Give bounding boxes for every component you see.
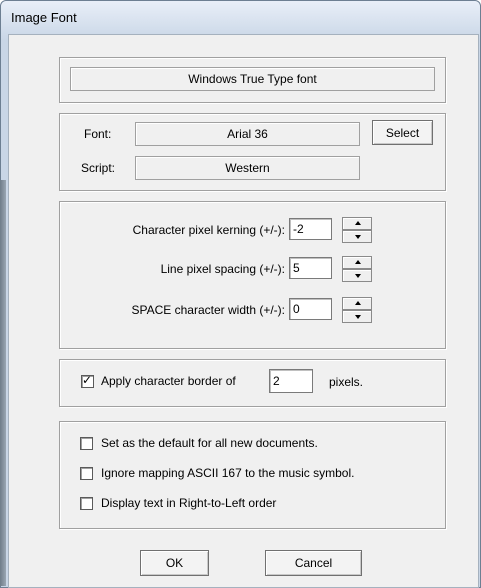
down-arrow-icon — [355, 235, 361, 239]
up-arrow-icon — [355, 221, 361, 225]
down-arrow-icon — [355, 315, 361, 319]
ignore-ascii-checkbox[interactable] — [80, 467, 93, 480]
border-label: Apply character border of — [101, 374, 236, 388]
up-arrow-icon — [355, 301, 361, 305]
rtl-checkbox[interactable] — [80, 497, 93, 510]
font-type-group: Windows True Type font — [59, 57, 446, 103]
line-spacing-up-button[interactable] — [342, 256, 372, 269]
space-width-field[interactable] — [289, 298, 332, 320]
window-edge — [0, 180, 6, 586]
dialog-client-area: Windows True Type font Font: Arial 36 Se… — [8, 34, 479, 588]
down-arrow-icon — [355, 274, 361, 278]
space-width-down-button[interactable] — [342, 310, 372, 323]
font-type-label: Windows True Type font — [70, 67, 435, 91]
default-checkbox[interactable] — [80, 437, 93, 450]
font-group: Font: Arial 36 Select Script: Western — [59, 113, 446, 191]
font-label: Font: — [84, 127, 112, 141]
line-spacing-spinner[interactable] — [342, 256, 372, 282]
line-spacing-down-button[interactable] — [342, 269, 372, 282]
border-width-field[interactable] — [269, 369, 313, 393]
kerning-label: Character pixel kerning (+/-): — [132, 223, 285, 237]
line-spacing-label: Line pixel spacing (+/-): — [160, 262, 285, 276]
line-spacing-field[interactable] — [289, 257, 332, 279]
rtl-option-label[interactable]: Display text in Right-to-Left order — [101, 496, 276, 510]
font-value: Arial 36 — [135, 122, 360, 146]
kerning-field[interactable] — [289, 218, 332, 240]
ok-button[interactable]: OK — [140, 550, 209, 576]
script-value: Western — [135, 156, 360, 180]
space-width-up-button[interactable] — [342, 297, 372, 310]
title-bar[interactable]: Image Font — [1, 1, 480, 33]
kerning-down-button[interactable] — [342, 230, 372, 243]
select-font-button[interactable]: Select — [372, 120, 433, 145]
up-arrow-icon — [355, 260, 361, 264]
cancel-button[interactable]: Cancel — [265, 550, 362, 576]
space-width-spinner[interactable] — [342, 297, 372, 323]
script-label: Script: — [81, 161, 116, 175]
kerning-spinner[interactable] — [342, 217, 372, 243]
options-group: Set as the default for all new documents… — [59, 421, 446, 529]
border-group: ✓ Apply character border of pixels. — [59, 359, 446, 407]
ignore-ascii-option-label[interactable]: Ignore mapping ASCII 167 to the music sy… — [101, 466, 354, 480]
window-title: Image Font — [11, 10, 77, 25]
kerning-up-button[interactable] — [342, 217, 372, 230]
checkmark-icon: ✓ — [82, 373, 93, 387]
border-checkbox[interactable]: ✓ — [81, 373, 94, 388]
default-option-label[interactable]: Set as the default for all new documents… — [101, 436, 318, 450]
border-unit-label: pixels. — [329, 375, 364, 389]
space-width-label: SPACE character width (+/-): — [131, 303, 286, 317]
spacing-group: Character pixel kerning (+/-): Line pixe… — [59, 201, 446, 349]
